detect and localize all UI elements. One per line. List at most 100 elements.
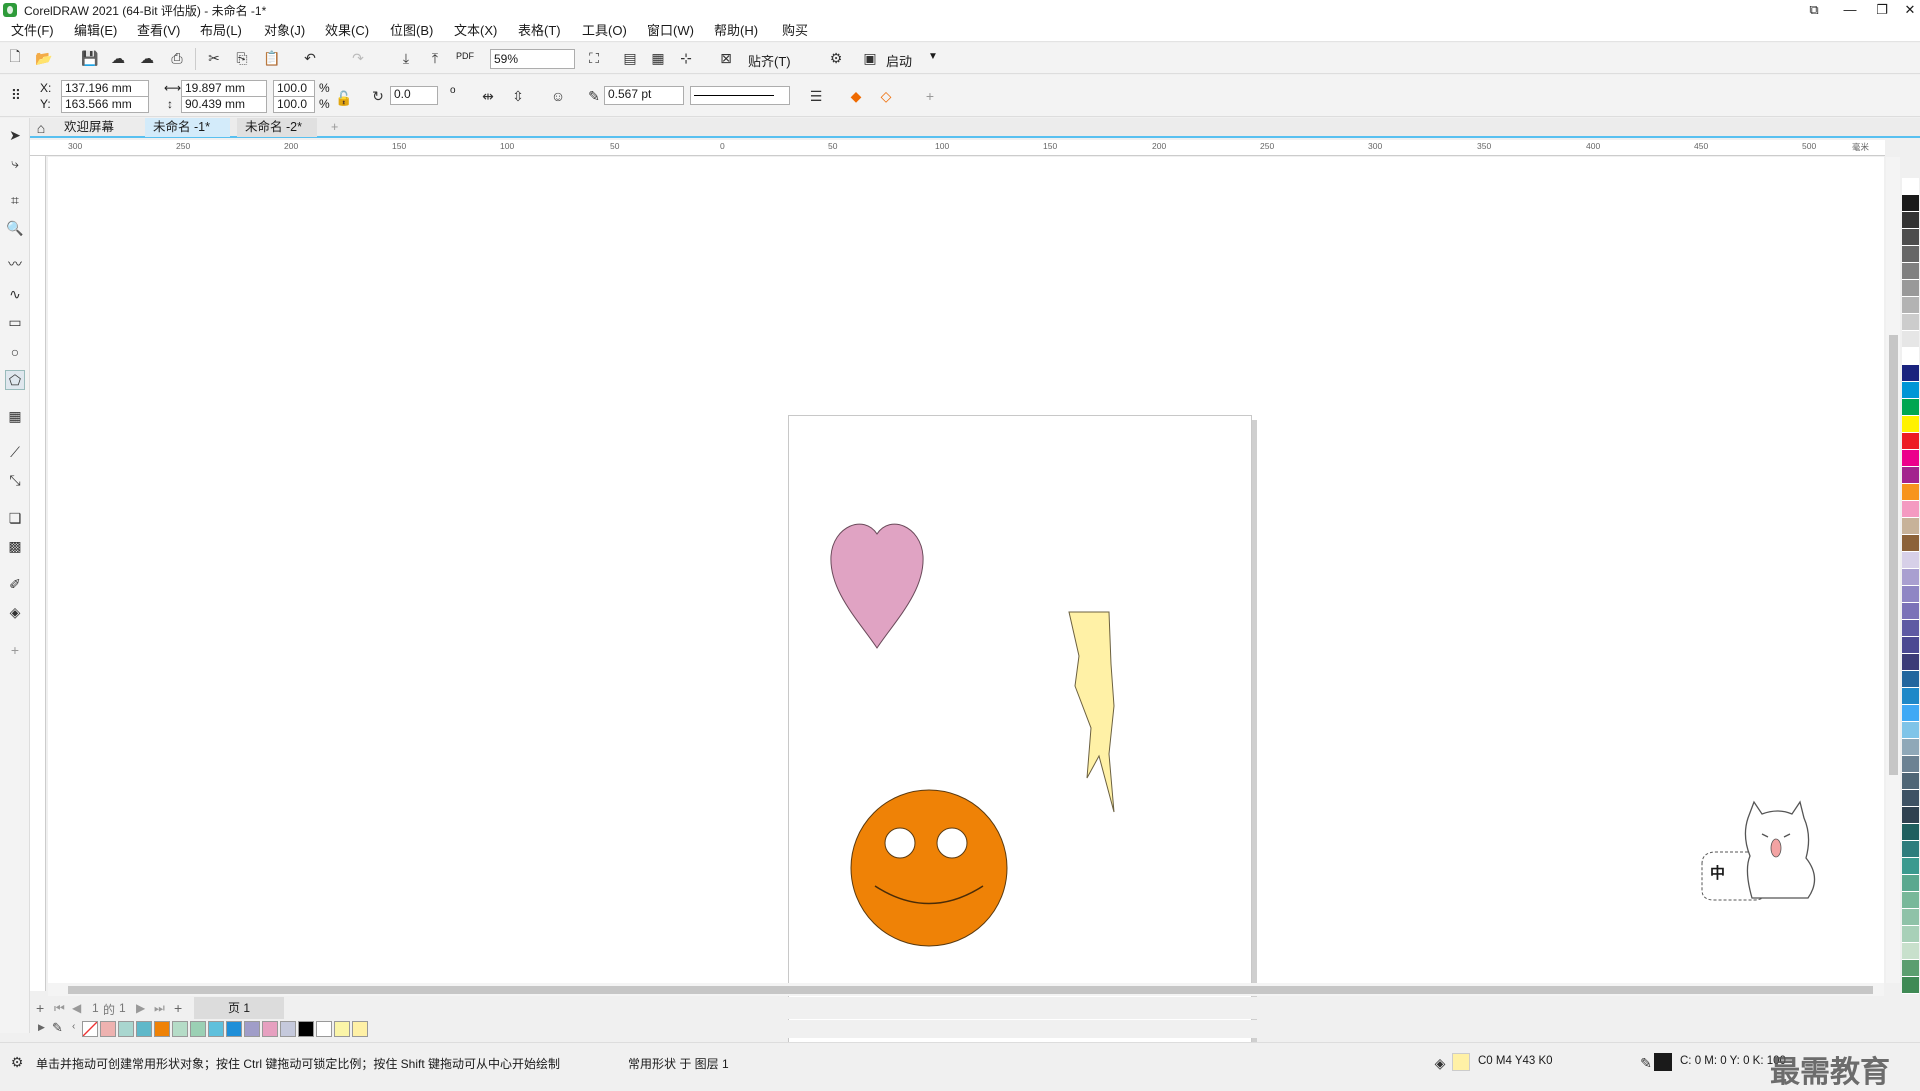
import-icon[interactable]: ⤓	[396, 48, 416, 68]
palette-color-swatch[interactable]	[1902, 841, 1919, 858]
palette-color-swatch[interactable]	[1902, 926, 1919, 943]
palette-color-swatch[interactable]	[1902, 331, 1919, 348]
menu-buy[interactable]: 购买	[782, 22, 808, 40]
add-page-after-icon[interactable]: +	[174, 1000, 182, 1016]
palette-color-swatch[interactable]	[1902, 858, 1919, 875]
mirror-vertical-icon[interactable]: ⇳	[508, 86, 528, 106]
width-input[interactable]: 19.897 mm	[181, 80, 267, 97]
palette-color-swatch[interactable]	[1902, 552, 1919, 569]
document-color-swatch[interactable]	[190, 1021, 206, 1037]
palette-color-swatch[interactable]	[1902, 195, 1919, 212]
x-position-input[interactable]: 137.196 mm	[61, 80, 149, 97]
palette-scroll-left-icon[interactable]: ‹	[72, 1021, 75, 1032]
eyedropper-tool-icon[interactable]: ✐	[5, 574, 25, 594]
interactive-fill-icon[interactable]: ◈	[5, 602, 25, 622]
palette-eyedropper-icon[interactable]: ✎	[52, 1020, 63, 1036]
document-color-swatch[interactable]	[352, 1021, 368, 1037]
menu-bitmap[interactable]: 位图(B)	[390, 22, 433, 40]
scale-x-input[interactable]: 100.0	[273, 80, 315, 97]
rectangle-tool-icon[interactable]: ▭	[5, 312, 25, 332]
last-page-icon[interactable]: ⏭	[154, 1001, 165, 1016]
palette-color-swatch[interactable]	[1902, 246, 1919, 263]
to-back-icon[interactable]: ◇	[876, 86, 896, 106]
no-fill-swatch[interactable]	[82, 1021, 98, 1037]
save-icon[interactable]: 💾	[80, 48, 100, 68]
application-launcher-icon[interactable]: ▣	[860, 48, 880, 68]
show-guidelines-icon[interactable]: ⊹	[676, 48, 696, 68]
outline-width-select[interactable]: 0.567 pt	[604, 86, 684, 105]
lock-ratio-icon[interactable]: 🔓	[334, 88, 354, 108]
scale-y-input[interactable]: 100.0	[273, 96, 315, 113]
menu-effects[interactable]: 效果(C)	[325, 22, 369, 40]
launch-dropdown-icon[interactable]: ▼	[928, 51, 938, 62]
document-color-swatch[interactable]	[298, 1021, 314, 1037]
palette-color-swatch[interactable]	[1902, 909, 1919, 926]
palette-color-swatch[interactable]	[1902, 688, 1919, 705]
drawing-canvas[interactable]: 中	[48, 157, 1884, 1072]
palette-color-swatch[interactable]	[1902, 280, 1919, 297]
restore-window-icon[interactable]: ⧉	[1794, 0, 1834, 20]
palette-color-swatch[interactable]	[1902, 960, 1919, 977]
palette-color-swatch[interactable]	[1902, 824, 1919, 841]
outline-color-swatch[interactable]	[1654, 1053, 1672, 1071]
redo-icon[interactable]: ↷	[348, 48, 368, 68]
palette-expand-icon[interactable]: ▶	[38, 1022, 45, 1033]
palette-color-swatch[interactable]	[1902, 433, 1919, 450]
document-color-swatch[interactable]	[280, 1021, 296, 1037]
palette-color-swatch[interactable]	[1902, 790, 1919, 807]
to-front-icon[interactable]: ◆	[846, 86, 866, 106]
document-color-swatch[interactable]	[316, 1021, 332, 1037]
horizontal-scrollbar[interactable]	[48, 983, 1884, 996]
freehand-tool-icon[interactable]: 〰	[5, 254, 25, 274]
menu-text[interactable]: 文本(X)	[454, 22, 497, 40]
show-grid-icon[interactable]: ▦	[648, 48, 668, 68]
palette-color-swatch[interactable]	[1902, 212, 1919, 229]
status-settings-gear-icon[interactable]: ⚙	[7, 1052, 27, 1072]
fill-color-swatch[interactable]	[1452, 1053, 1470, 1071]
menu-object[interactable]: 对象(J)	[264, 22, 305, 40]
tab-welcome[interactable]: 欢迎屏幕	[56, 118, 122, 137]
palette-color-swatch[interactable]	[1902, 807, 1919, 824]
document-color-swatch[interactable]	[154, 1021, 170, 1037]
palette-color-swatch[interactable]	[1902, 399, 1919, 416]
palette-color-swatch[interactable]	[1902, 875, 1919, 892]
palette-color-swatch[interactable]	[1902, 892, 1919, 909]
zoom-tool-icon[interactable]: 🔍	[5, 218, 25, 238]
home-icon[interactable]: ⌂	[30, 118, 52, 137]
palette-color-swatch[interactable]	[1902, 450, 1919, 467]
palette-color-swatch[interactable]	[1902, 739, 1919, 756]
menu-edit[interactable]: 编辑(E)	[74, 22, 117, 40]
horizontal-scroll-thumb[interactable]	[68, 986, 1873, 994]
options-gear-icon[interactable]: ⚙	[826, 48, 846, 68]
table-tool-icon[interactable]: ▦	[5, 406, 25, 426]
paste-icon[interactable]: 📋	[262, 48, 282, 68]
palette-color-swatch[interactable]	[1902, 586, 1919, 603]
palette-color-swatch[interactable]	[1902, 943, 1919, 960]
heart-shape[interactable]	[830, 523, 924, 649]
palette-color-swatch[interactable]	[1902, 773, 1919, 790]
document-color-swatch[interactable]	[226, 1021, 242, 1037]
new-document-icon[interactable]: 🗋	[5, 48, 25, 68]
document-color-swatch[interactable]	[334, 1021, 350, 1037]
page-1-tab[interactable]: 页 1	[194, 997, 284, 1019]
palette-color-swatch[interactable]	[1902, 637, 1919, 654]
dynamic-guides-icon[interactable]: ⊠	[716, 48, 736, 68]
pick-tool-icon[interactable]: ➤	[5, 125, 25, 145]
palette-color-swatch[interactable]	[1902, 416, 1919, 433]
menu-tools[interactable]: 工具(O)	[582, 22, 627, 40]
document-color-swatch[interactable]	[118, 1021, 134, 1037]
full-screen-icon[interactable]: ⛶	[584, 48, 604, 68]
crop-tool-icon[interactable]: ⌗	[5, 190, 25, 210]
add-page-icon[interactable]: +	[36, 1000, 44, 1016]
palette-color-swatch[interactable]	[1902, 365, 1919, 382]
palette-color-swatch[interactable]	[1902, 382, 1919, 399]
common-shapes-tool-icon[interactable]: ⬠	[5, 370, 25, 390]
dimension-tool-icon[interactable]: ⟋	[5, 442, 25, 462]
publish-pdf-icon[interactable]: PDF	[456, 51, 474, 61]
palette-color-swatch[interactable]	[1902, 654, 1919, 671]
add-tool-icon[interactable]: +	[5, 640, 25, 660]
palette-color-swatch[interactable]	[1902, 229, 1919, 246]
export-icon[interactable]: ⤒	[425, 48, 445, 68]
close-button[interactable]: ✕	[1890, 0, 1920, 20]
palette-color-swatch[interactable]	[1902, 603, 1919, 620]
